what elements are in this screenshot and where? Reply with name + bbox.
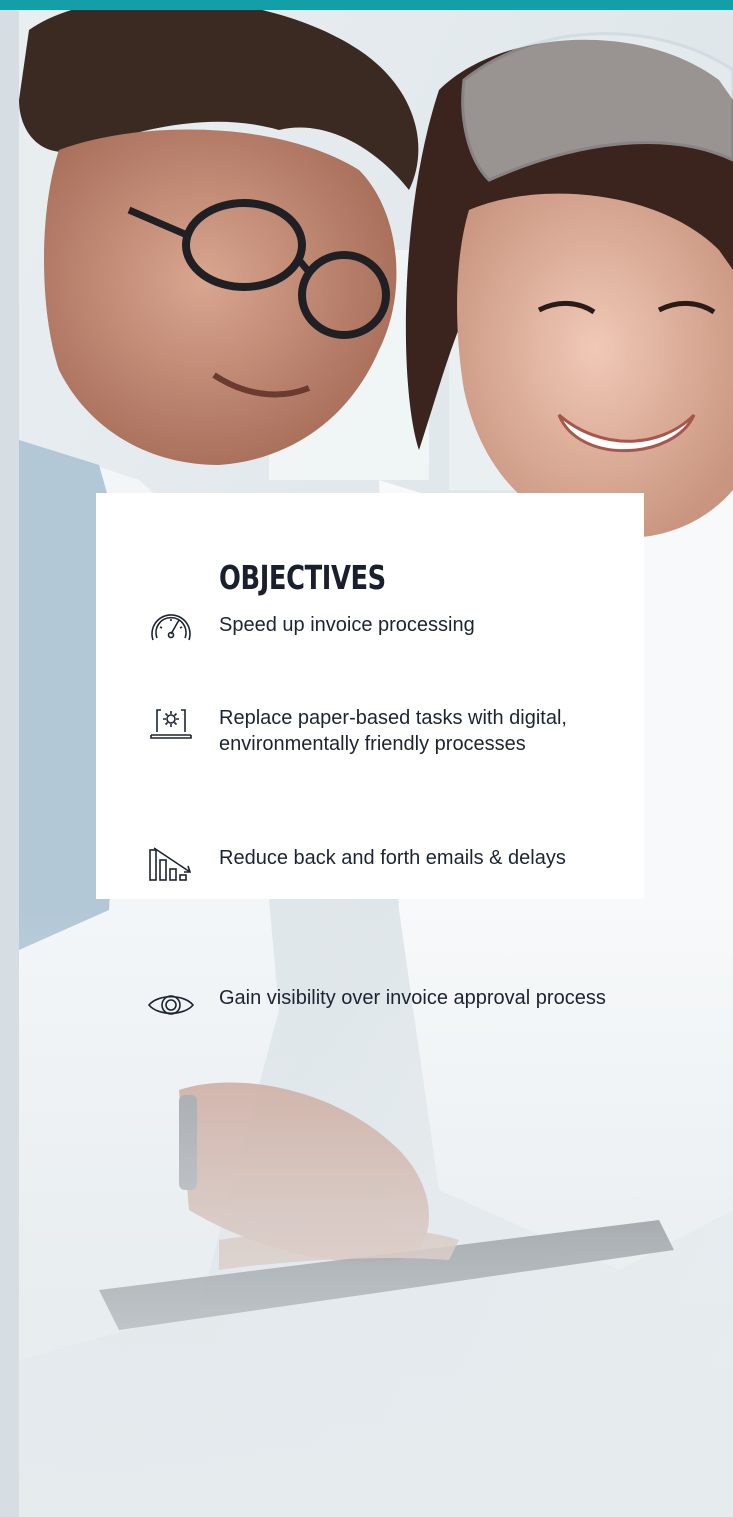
speedometer-icon xyxy=(146,605,196,645)
objective-text: Gain visibility over invoice approval pr… xyxy=(219,987,606,1009)
objectives-card: Objectives Speed up invoice processing xyxy=(96,493,644,1015)
left-margin-strip xyxy=(0,10,19,1517)
eye-icon xyxy=(146,985,196,1025)
top-accent-bar xyxy=(0,0,733,10)
objective-text: Speed up invoice processing xyxy=(219,614,475,636)
laptop-gear-icon xyxy=(146,705,196,745)
objective-text: Replace paper-based tasks with digital, … xyxy=(219,707,567,755)
decreasing-bars-icon xyxy=(146,845,196,885)
objectives-title: Objectives xyxy=(219,558,386,597)
objective-text: Reduce back and forth emails & delays xyxy=(219,847,566,869)
